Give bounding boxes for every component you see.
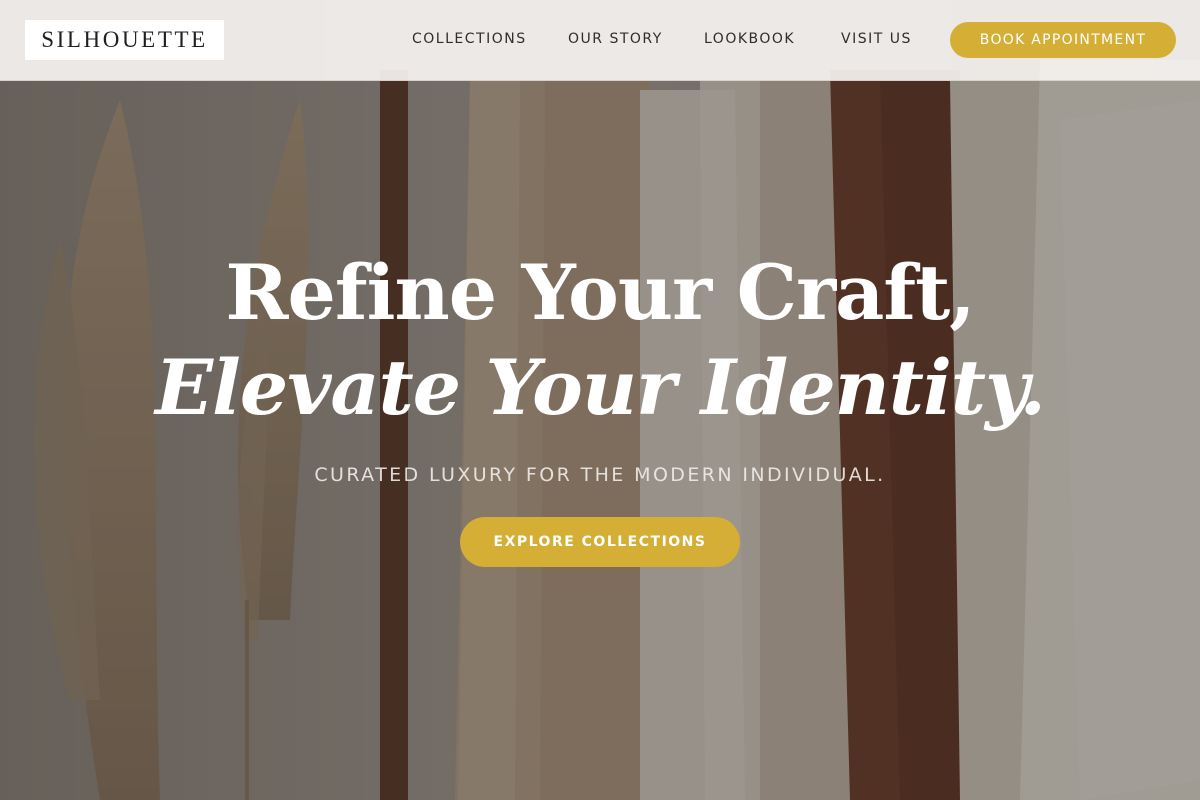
- hero-headline-line1: Refine Your Craft,: [225, 248, 975, 337]
- explore-collections-button[interactable]: EXPLORE COLLECTIONS: [460, 517, 740, 567]
- hero-tagline: CURATED LUXURY FOR THE MODERN INDIVIDUAL…: [314, 464, 886, 486]
- hero-headline-line2: Elevate Your Identity.: [155, 343, 1046, 432]
- hero-section: Refine Your Craft, Elevate Your Identity…: [0, 0, 1200, 800]
